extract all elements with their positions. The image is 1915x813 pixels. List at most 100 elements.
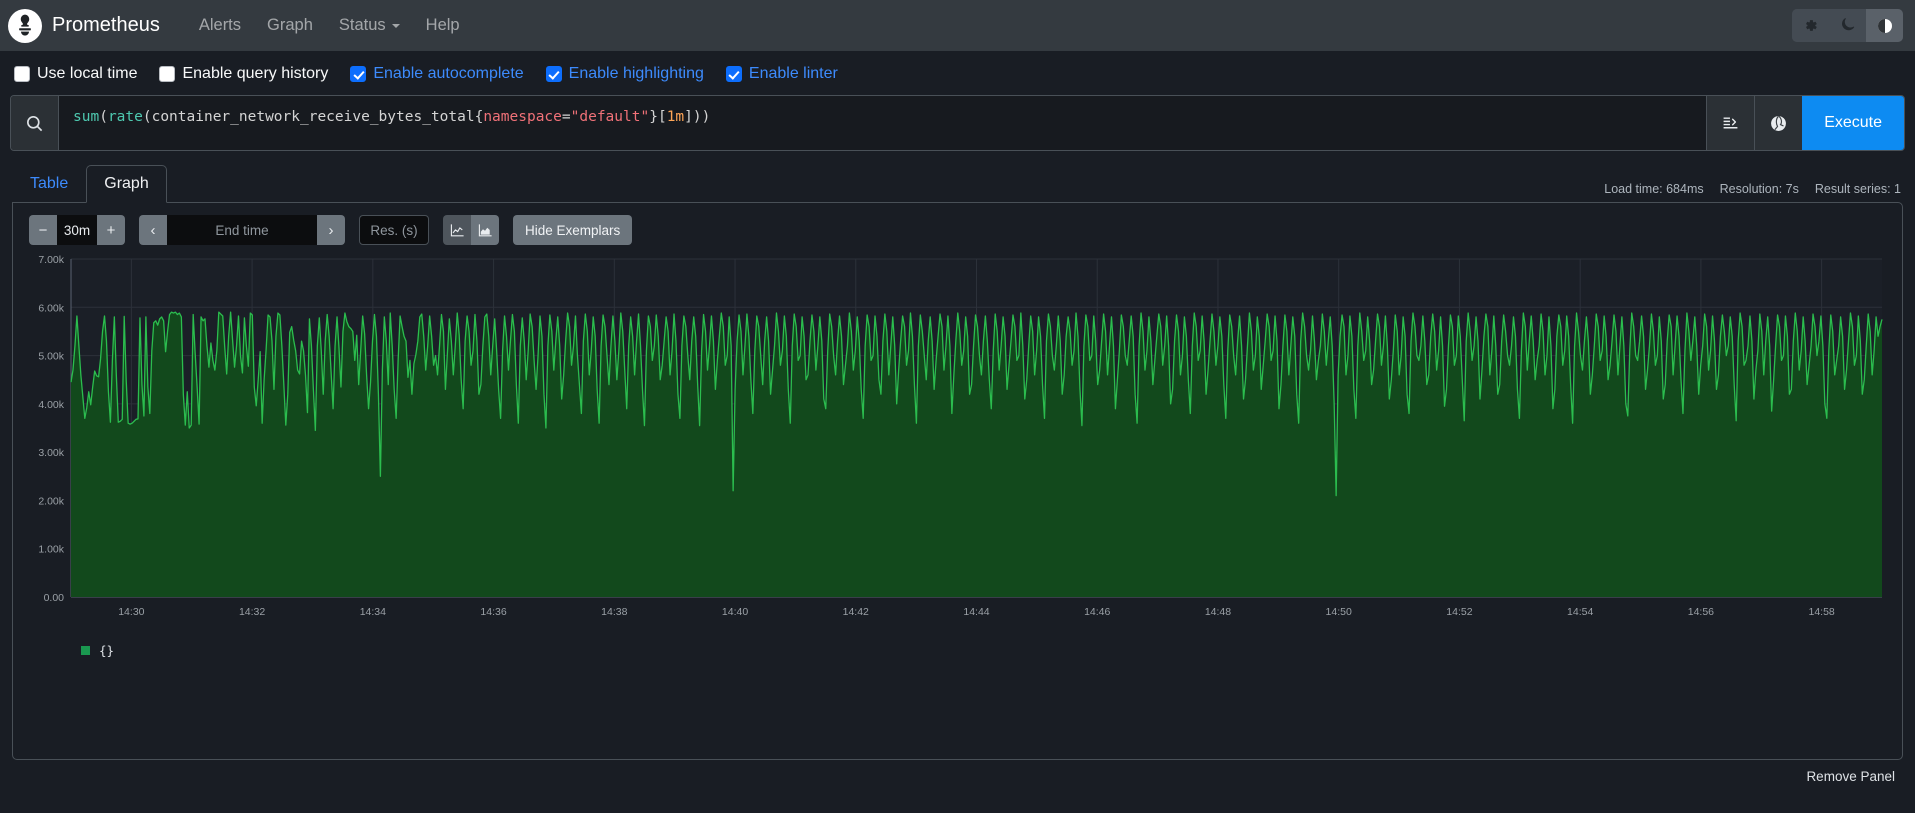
graph-controls: − + ‹ › Hide Exemplars <box>23 215 1892 255</box>
nav-link-help-label: Help <box>425 16 460 34</box>
moon-icon <box>1842 18 1855 31</box>
checkbox-enable-autocomplete-label: Enable autocomplete <box>373 65 524 82</box>
x-tick-label: 14:54 <box>1567 606 1593 618</box>
search-icon[interactable] <box>11 96 59 150</box>
y-tick-label: 7.00k <box>38 255 64 266</box>
line-chart-icon <box>450 223 464 236</box>
checkbox-use-local-time-box[interactable] <box>14 66 30 82</box>
theme-settings-button[interactable] <box>1792 9 1829 42</box>
format-expression-icon[interactable] <box>1706 96 1755 150</box>
resolution-input[interactable] <box>359 215 429 245</box>
x-tick-label: 14:58 <box>1808 606 1834 618</box>
brand-name[interactable]: Prometheus <box>52 14 160 37</box>
checkbox-enable-highlighting[interactable]: Enable highlighting <box>545 65 704 83</box>
end-time-next-button[interactable]: › <box>317 215 345 245</box>
checkbox-use-local-time[interactable]: Use local time <box>14 65 137 83</box>
nav-link-graph-label: Graph <box>267 16 313 34</box>
query-token-fn: rate <box>107 109 143 125</box>
query-token-dur: 1m <box>666 109 685 125</box>
time-series-chart[interactable]: 0.00 1.00k 2.00k 3.00k 4.00k 5.00k 6.00k 7.00k 1… <box>23 255 1894 625</box>
theme-auto-button[interactable] <box>1866 9 1903 42</box>
checkbox-enable-query-history[interactable]: Enable query history <box>159 65 328 83</box>
navbar: Prometheus Alerts Graph Status Help <box>0 0 1915 51</box>
query-token-plain: (container_network_receive_bytes_total{ <box>142 109 484 125</box>
range-decrease-button[interactable]: − <box>29 215 57 245</box>
chart-type-toggle <box>443 215 499 245</box>
y-tick-label: 3.00k <box>38 447 64 459</box>
chart-legend: {} <box>23 625 1892 658</box>
execute-button[interactable]: Execute <box>1802 96 1904 150</box>
x-tick-label: 14:30 <box>118 606 144 618</box>
nav-link-alerts[interactable]: Alerts <box>186 10 254 41</box>
range-control-group: − + <box>29 215 125 245</box>
prometheus-torch-icon <box>8 8 42 43</box>
metrics-explorer-icon[interactable] <box>1754 96 1803 150</box>
y-tick-label: 2.00k <box>38 495 64 507</box>
nav-link-graph[interactable]: Graph <box>254 10 326 41</box>
query-token-plain: = <box>561 109 571 125</box>
legend-item-label: {} <box>99 643 115 658</box>
graph-chart-area[interactable]: 0.00 1.00k 2.00k 3.00k 4.00k 5.00k 6.00k 7.00k 1… <box>23 255 1892 625</box>
range-increase-button[interactable]: + <box>97 215 125 245</box>
result-tabs: Table Graph Load time: 684ms Resolution:… <box>0 151 1915 203</box>
range-input[interactable] <box>57 215 97 245</box>
stat-resolution: Resolution: 7s <box>1719 182 1799 196</box>
x-tick-label: 14:44 <box>963 606 989 618</box>
nav-link-alerts-label: Alerts <box>198 16 242 34</box>
x-tick-label: 14:32 <box>239 606 265 618</box>
panel-footer: Remove Panel <box>0 760 1915 785</box>
y-tick-label: 1.00k <box>38 544 64 556</box>
chart-type-line-button[interactable] <box>443 215 471 245</box>
theme-toggle-group <box>1792 9 1903 42</box>
query-bar-wrapper: sum (rate (container_network_receive_byte… <box>0 95 1915 151</box>
stacked-area-chart-icon <box>478 223 492 236</box>
hide-exemplars-button[interactable]: Hide Exemplars <box>513 215 633 245</box>
query-token-plain: ])) <box>684 109 711 125</box>
checkbox-enable-autocomplete[interactable]: Enable autocomplete <box>350 65 524 83</box>
query-stats: Load time: 684ms Resolution: 7s Result s… <box>1604 182 1901 196</box>
checkbox-enable-linter[interactable]: Enable linter <box>725 65 838 83</box>
x-tick-label: 14:46 <box>1084 606 1110 618</box>
legend-item[interactable]: {} <box>81 643 114 658</box>
query-options-row: Use local time Enable query history Enab… <box>0 51 1915 95</box>
end-time-control-group: ‹ › <box>139 215 345 245</box>
y-tick-label: 4.00k <box>38 399 64 411</box>
x-tick-label: 14:50 <box>1326 606 1352 618</box>
chart-type-stacked-button[interactable] <box>471 215 499 245</box>
x-tick-label: 14:40 <box>722 606 748 618</box>
nav-link-help[interactable]: Help <box>413 10 473 41</box>
checkbox-enable-query-history-box[interactable] <box>159 66 176 82</box>
query-token-lbl: namespace <box>483 109 562 125</box>
checkbox-enable-highlighting-label: Enable highlighting <box>568 65 704 82</box>
checkbox-enable-linter-box[interactable] <box>725 66 742 82</box>
checkbox-enable-autocomplete-box[interactable] <box>350 66 367 82</box>
checkbox-enable-query-history-label: Enable query history <box>182 65 329 82</box>
chevron-down-icon <box>391 23 400 28</box>
legend-color-swatch <box>81 646 90 655</box>
gear-icon <box>1806 20 1817 31</box>
query-token-str: "default" <box>570 109 650 125</box>
x-tick-label: 14:36 <box>480 606 506 618</box>
y-tick-label: 6.00k <box>38 302 64 314</box>
query-token-fn: sum <box>73 109 100 125</box>
x-tick-label: 14:52 <box>1446 606 1472 618</box>
checkbox-enable-highlighting-box[interactable] <box>545 66 562 82</box>
y-tick-label: 0.00 <box>44 592 65 604</box>
checkbox-enable-linter-label: Enable linter <box>748 65 838 82</box>
tab-table[interactable]: Table <box>12 165 86 203</box>
query-input[interactable]: sum (rate (container_network_receive_byte… <box>59 96 1707 150</box>
graph-panel: − + ‹ › Hide Exemplars <box>12 202 1903 760</box>
y-tick-label: 5.00k <box>38 351 64 363</box>
tab-graph[interactable]: Graph <box>86 165 167 203</box>
query-bar: sum (rate (container_network_receive_byte… <box>10 95 1905 151</box>
stat-load-time: Load time: 684ms <box>1604 182 1704 196</box>
x-tick-label: 14:48 <box>1205 606 1231 618</box>
theme-dark-button[interactable] <box>1829 9 1866 42</box>
end-time-prev-button[interactable]: ‹ <box>139 215 167 245</box>
query-token-plain: }[ <box>649 109 667 125</box>
x-tick-label: 14:34 <box>360 606 386 618</box>
end-time-input[interactable] <box>167 215 317 245</box>
nav-link-status[interactable]: Status <box>326 10 413 41</box>
checkbox-use-local-time-label: Use local time <box>37 65 138 82</box>
remove-panel-button[interactable]: Remove Panel <box>1800 768 1901 785</box>
